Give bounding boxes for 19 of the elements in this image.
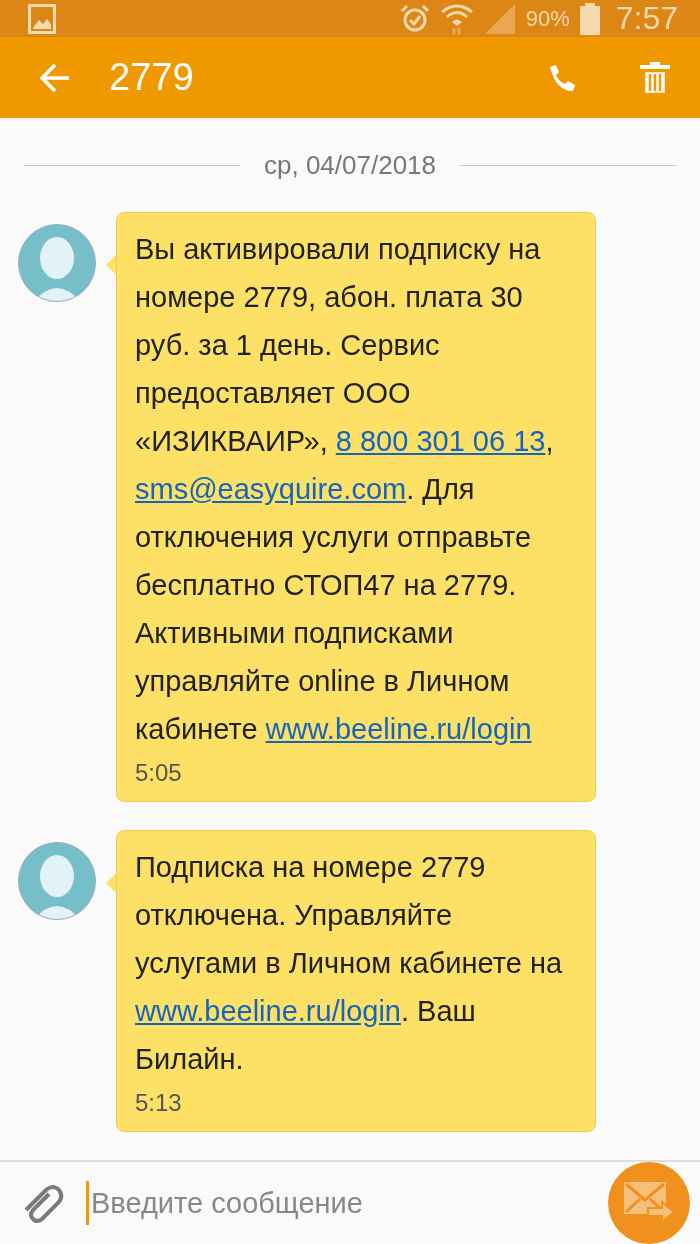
message-time: 5:13: [135, 1088, 183, 1118]
signal-icon: [483, 2, 516, 35]
date-divider: ср, 04/07/2018: [264, 149, 437, 181]
message-link[interactable]: sms@easyquire.com: [135, 473, 407, 505]
trash-icon[interactable]: [640, 61, 670, 94]
message-link[interactable]: www.beeline.ru/login: [265, 713, 532, 745]
clock: 7:57: [615, 0, 678, 37]
message-time: 5:05: [135, 758, 183, 788]
alarm-clock-icon: [399, 3, 430, 34]
conversation-title: 2779: [109, 56, 194, 99]
message-link[interactable]: 8 800 301 06 13: [335, 425, 546, 457]
battery-level: 90%: [525, 5, 570, 32]
gallery-icon: [28, 3, 56, 34]
message-text: Вы активировали подписку на номере 2779, абон. плата 30 руб. за 1 день. Сервис предоставляет ООО «ИЗИКВАИР», 8 800 301 06 13, sms@easyquire.com. Для отключения услуги отправьте бесплатно СТОП47 на 2779. Активными подписками управляйте online в Личном кабинете www.beeline.ru/login: [135, 232, 555, 747]
back-arrow-icon[interactable]: [39, 62, 71, 93]
battery-icon: [579, 2, 600, 35]
message-link[interactable]: www.beeline.ru/login: [135, 995, 401, 1027]
message-text: Подписка на номере 2779 отключена. Управляйте услугами в Личном кабинете на www.beeline.ru/login. Ваш Билайн.: [135, 850, 564, 1077]
message-input[interactable]: Введите сообщение: [86, 1181, 588, 1225]
